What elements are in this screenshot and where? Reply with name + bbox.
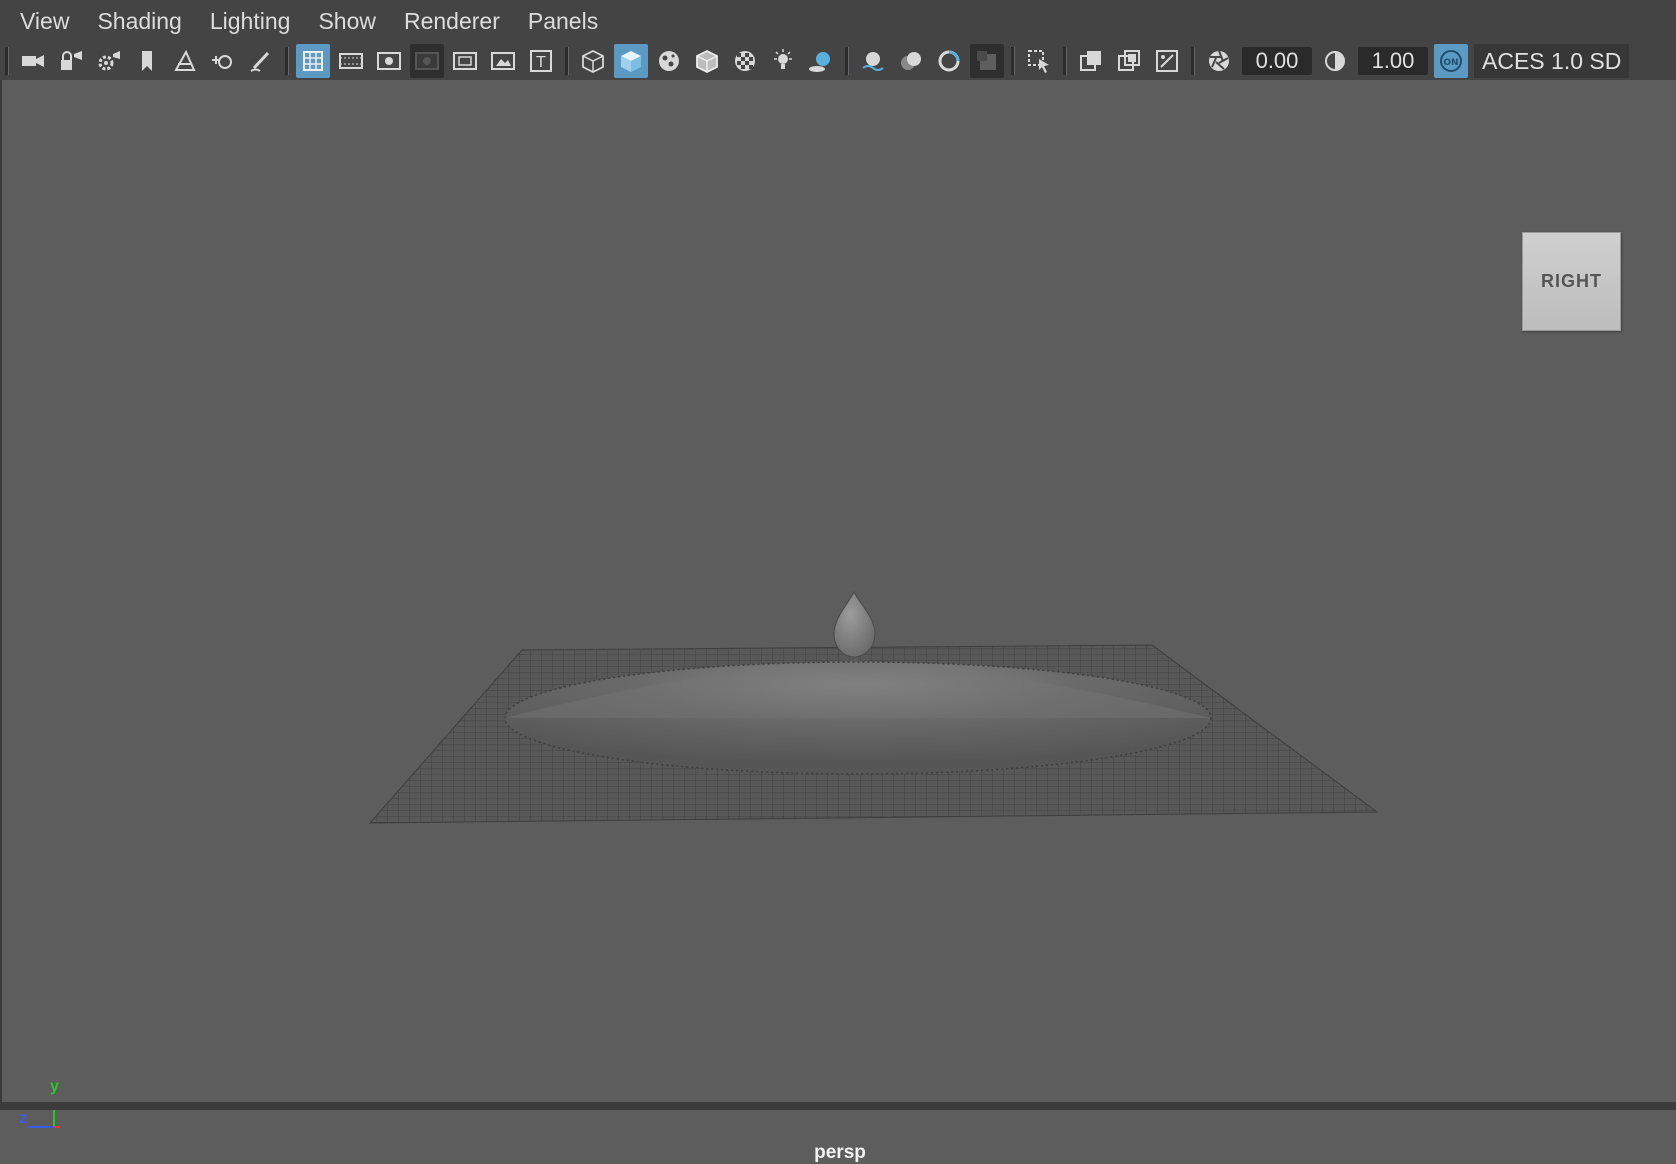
smooth-shade-all-icon[interactable]	[614, 44, 648, 78]
viewport-3d[interactable]: RIGHT y z persp	[0, 80, 1676, 1163]
toolbar-separator	[845, 47, 849, 75]
screen-space-ambient-occlusion-icon[interactable]	[856, 44, 890, 78]
panel-toolbar: T 0.00 1.00 ON ACES 1.0 SD	[0, 42, 1676, 80]
motion-blur-icon[interactable]	[894, 44, 928, 78]
resolution-gate-icon[interactable]	[372, 44, 406, 78]
panel-menu-bar: View Shading Lighting Show Renderer Pane…	[0, 0, 1676, 42]
gamma-field[interactable]: 1.00	[1358, 47, 1428, 75]
view-cube[interactable]: RIGHT	[1522, 232, 1621, 331]
gamma-icon[interactable]	[1318, 44, 1352, 78]
xray-joints-icon[interactable]	[1112, 44, 1146, 78]
use-all-lights-icon[interactable]	[766, 44, 800, 78]
depth-of-field-icon[interactable]	[970, 44, 1004, 78]
toolbar-separator	[1191, 47, 1195, 75]
isolate-select-icon[interactable]	[1022, 44, 1056, 78]
wireframe-on-shaded-icon[interactable]	[690, 44, 724, 78]
color-space-label[interactable]: ACES 1.0 SD	[1474, 44, 1630, 78]
exposure-field[interactable]: 0.00	[1242, 47, 1312, 75]
scene-render	[368, 590, 1379, 824]
viewport-bottom-border	[0, 1102, 1676, 1110]
menu-panels[interactable]: Panels	[514, 0, 612, 42]
bookmark-icon[interactable]	[130, 44, 164, 78]
grid-icon[interactable]	[296, 44, 330, 78]
textured-icon[interactable]	[728, 44, 762, 78]
image-plane-icon[interactable]	[168, 44, 202, 78]
axis-gizmo	[28, 1102, 60, 1128]
camera-attributes-icon[interactable]	[92, 44, 126, 78]
wireframe-icon[interactable]	[576, 44, 610, 78]
svg-text:T: T	[535, 53, 546, 71]
toolbar-separator	[1063, 47, 1067, 75]
exposure-icon[interactable]	[1202, 44, 1236, 78]
camera-name-label: persp	[814, 1142, 866, 1163]
safe-action-icon[interactable]	[486, 44, 520, 78]
axis-label-y: y	[50, 1078, 59, 1095]
select-camera-icon[interactable]	[16, 44, 50, 78]
field-chart-icon[interactable]	[448, 44, 482, 78]
menu-show[interactable]: Show	[304, 0, 390, 42]
menu-shading[interactable]: Shading	[83, 0, 195, 42]
shadows-icon[interactable]	[804, 44, 838, 78]
use-default-material-icon[interactable]	[652, 44, 686, 78]
color-management-icon[interactable]: ON	[1434, 44, 1468, 78]
film-gate-icon[interactable]	[334, 44, 368, 78]
droplet-mesh[interactable]	[833, 590, 876, 658]
menu-view[interactable]: View	[0, 0, 83, 42]
color-management-badge: ON	[1443, 58, 1458, 68]
lock-camera-icon[interactable]	[54, 44, 88, 78]
safe-title-icon[interactable]: T	[524, 44, 558, 78]
multisample-anti-aliasing-icon[interactable]	[932, 44, 966, 78]
plane-mesh[interactable]	[368, 644, 1379, 824]
toolbar-separator	[1011, 47, 1015, 75]
grease-pencil-icon[interactable]	[244, 44, 278, 78]
toolbar-separator	[5, 47, 9, 75]
menu-renderer[interactable]: Renderer	[390, 0, 514, 42]
menu-lighting[interactable]: Lighting	[196, 0, 305, 42]
toolbar-separator	[565, 47, 569, 75]
xray-active-components-icon[interactable]	[1150, 44, 1184, 78]
toolbar-separator	[285, 47, 289, 75]
two-d-pan-zoom-icon[interactable]	[206, 44, 240, 78]
axis-label-z: z	[19, 1110, 27, 1127]
gate-mask-icon[interactable]	[410, 44, 444, 78]
xray-icon[interactable]	[1074, 44, 1108, 78]
